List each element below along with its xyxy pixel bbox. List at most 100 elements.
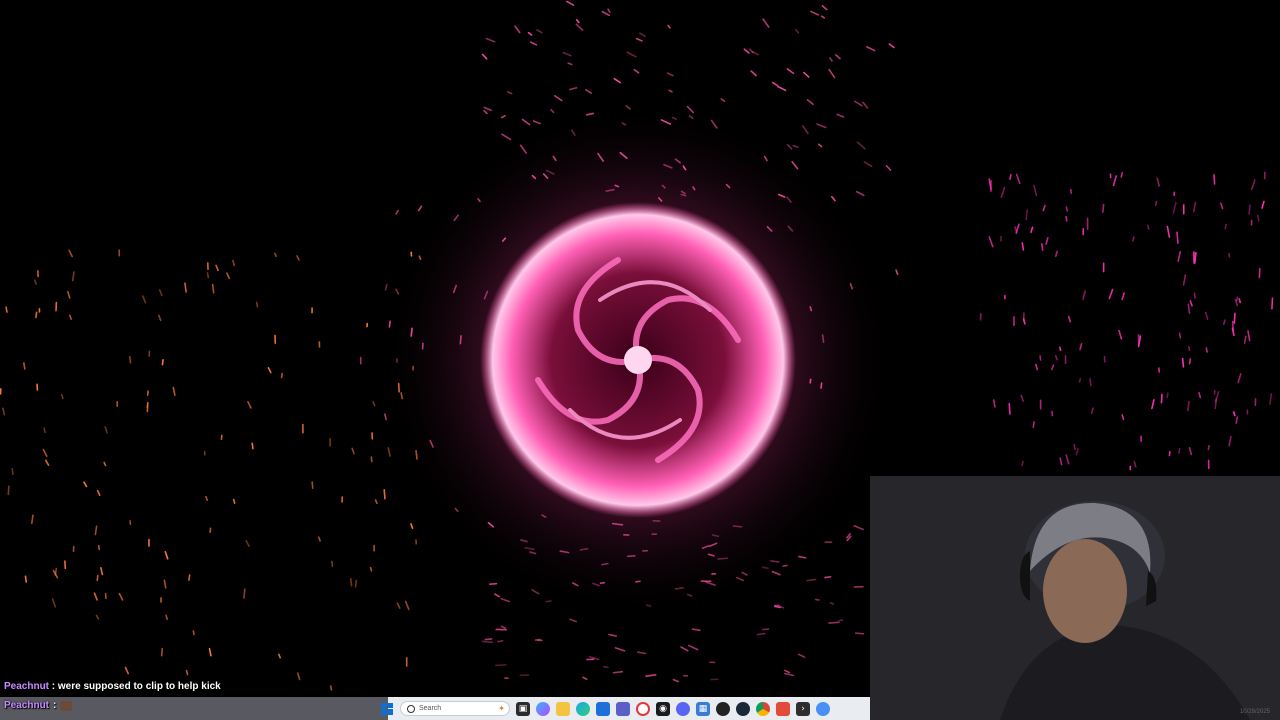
terminal-icon[interactable]: ›	[796, 701, 810, 716]
particle	[862, 101, 869, 109]
particle	[400, 392, 403, 400]
particle	[1222, 319, 1226, 325]
copilot-icon[interactable]	[536, 701, 550, 716]
particle	[1118, 329, 1123, 340]
particle	[820, 382, 823, 389]
particle	[100, 567, 104, 576]
particle	[163, 579, 167, 589]
app-icon[interactable]	[776, 701, 790, 716]
steam-icon[interactable]	[736, 701, 750, 716]
particle	[24, 575, 28, 583]
particle	[803, 71, 810, 78]
edge-icon[interactable]	[576, 701, 590, 716]
particle	[1051, 364, 1055, 371]
particle	[495, 664, 507, 667]
particle	[83, 481, 88, 488]
particle	[614, 647, 626, 652]
particle	[1193, 292, 1196, 300]
particle	[372, 400, 376, 407]
search-icon	[407, 704, 415, 713]
particle	[1035, 363, 1039, 371]
obs-icon[interactable]	[716, 701, 730, 716]
calculator-icon[interactable]: ▦	[696, 701, 710, 716]
particle	[1178, 332, 1182, 339]
start-icon[interactable]	[380, 702, 394, 716]
particle	[311, 481, 314, 489]
particle	[226, 272, 231, 280]
particle	[11, 467, 14, 476]
particle	[1059, 346, 1062, 352]
taskbar-search-input[interactable]: Search ✦	[400, 701, 510, 716]
particle	[232, 259, 236, 267]
particle	[93, 592, 98, 601]
chat-text: :	[53, 700, 57, 711]
particle	[1065, 206, 1069, 212]
particle	[278, 653, 281, 659]
video-editor-icon[interactable]: ◉	[656, 701, 670, 716]
particle	[1172, 201, 1177, 214]
store-icon[interactable]	[596, 701, 610, 716]
particle	[1243, 335, 1247, 345]
particle	[536, 29, 543, 34]
chat-emote-icon	[60, 701, 73, 711]
particle	[205, 495, 209, 502]
particle	[208, 648, 212, 657]
particle	[349, 577, 353, 587]
particle	[667, 24, 671, 29]
particle	[1178, 448, 1181, 455]
particle	[1090, 407, 1094, 414]
particle	[158, 288, 163, 297]
particle	[1156, 177, 1160, 187]
particle	[802, 125, 809, 135]
particle	[1078, 378, 1082, 383]
task-view-icon[interactable]: ▣	[516, 701, 530, 716]
particle	[35, 311, 38, 319]
particle	[5, 306, 8, 313]
particle	[1198, 392, 1202, 399]
particle	[1166, 225, 1171, 238]
search-placeholder: Search	[419, 705, 442, 712]
particle	[206, 272, 210, 279]
particle	[1075, 448, 1079, 456]
particle	[783, 672, 795, 677]
particle	[317, 536, 321, 542]
particle	[608, 633, 618, 637]
teams-icon[interactable]	[616, 701, 630, 716]
desktop-screen: Peachnut : were supposed to clip to help…	[0, 0, 1280, 720]
particle	[192, 630, 195, 636]
file-explorer-icon[interactable]	[556, 701, 570, 716]
particle	[834, 53, 841, 60]
particle	[1000, 186, 1006, 198]
particle	[743, 48, 750, 54]
particle	[51, 598, 57, 608]
particle	[612, 670, 624, 674]
particle	[185, 669, 189, 676]
opera-icon[interactable]	[636, 701, 650, 716]
particle	[1120, 172, 1124, 178]
particle	[483, 109, 488, 115]
app-blue-icon[interactable]	[816, 701, 830, 716]
particle	[1008, 402, 1011, 415]
particle	[1188, 345, 1191, 351]
chat-username: Peachnut	[4, 681, 50, 692]
particle	[506, 91, 513, 95]
particle	[1256, 214, 1260, 222]
particle	[828, 621, 840, 624]
particle	[717, 557, 728, 560]
particle	[267, 367, 272, 374]
particle	[613, 77, 621, 84]
particle	[687, 644, 699, 651]
particle	[417, 205, 423, 212]
particle	[165, 614, 169, 621]
particle	[1238, 298, 1242, 304]
particle	[626, 51, 637, 58]
particle	[566, 0, 575, 6]
particle	[243, 588, 246, 599]
particle	[601, 10, 611, 17]
particle	[720, 98, 726, 103]
chrome-icon[interactable]	[756, 701, 770, 716]
particle	[599, 581, 606, 585]
particle	[774, 605, 781, 609]
discord-icon[interactable]	[676, 701, 690, 716]
particle	[384, 283, 388, 291]
